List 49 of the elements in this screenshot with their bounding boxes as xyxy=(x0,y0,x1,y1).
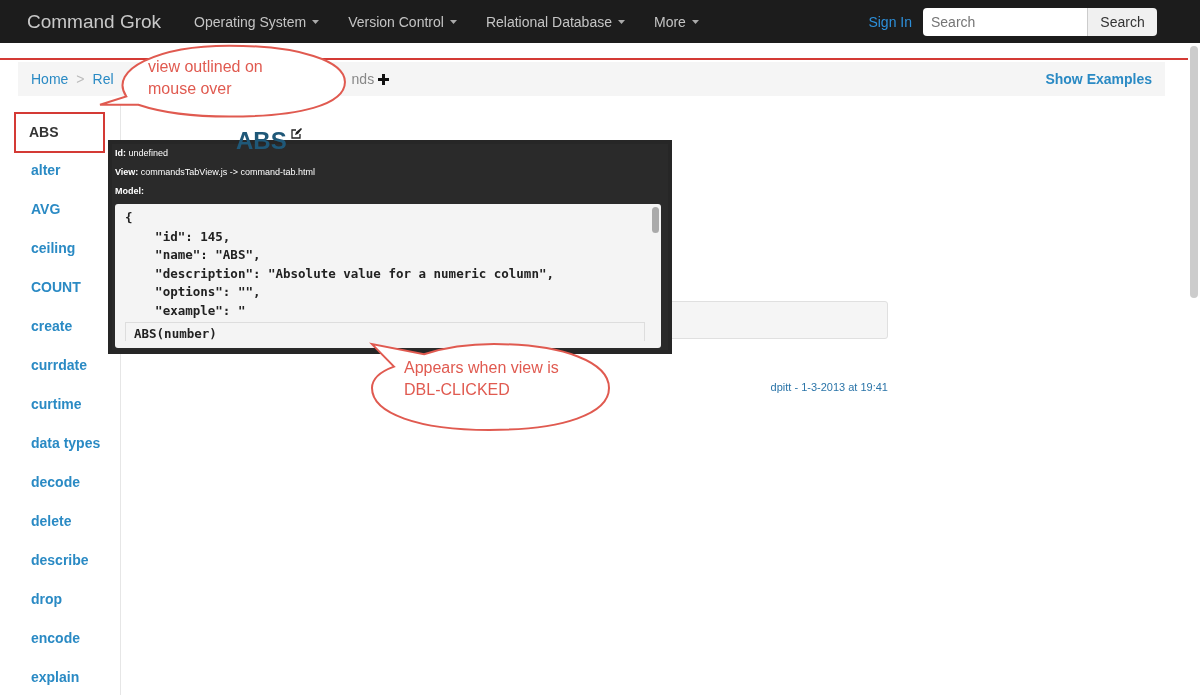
code-line: { xyxy=(125,209,133,227)
edit-icon[interactable] xyxy=(290,128,302,139)
search-button[interactable]: Search xyxy=(1087,7,1157,36)
sidebar-item[interactable]: drop xyxy=(15,588,79,611)
inspector-field: Model: xyxy=(112,182,144,201)
code-line: "example": " xyxy=(154,301,246,320)
breadcrumb-item[interactable]: Rel xyxy=(92,71,114,87)
sidebar-item[interactable]: ABS xyxy=(14,112,105,153)
nav-menu[interactable]: Version Control xyxy=(348,13,457,30)
sidebar-item[interactable]: create xyxy=(15,315,89,338)
code-line: "id": 145, xyxy=(154,227,231,246)
caret-icon xyxy=(691,19,699,24)
sidebar-item[interactable]: decode xyxy=(15,471,96,494)
callout-text: view outlined on mouse over xyxy=(148,57,264,99)
sidebar-item[interactable]: alter xyxy=(15,159,77,182)
sidebar-item[interactable]: AVG xyxy=(15,198,77,221)
code-line: "name": "ABS", xyxy=(154,246,261,264)
nav-menu[interactable]: More xyxy=(654,13,699,30)
search-field[interactable]: Search xyxy=(923,7,1087,36)
caret-icon xyxy=(312,19,320,24)
caret-icon xyxy=(449,19,457,24)
sidebar-item[interactable]: delete xyxy=(15,510,88,533)
sidebar-item[interactable]: describe xyxy=(15,549,105,572)
code-line: "description": "Absolute value for a numeric column", xyxy=(154,264,554,283)
sidebar-item[interactable]: encode xyxy=(15,627,96,650)
scrollbar[interactable] xyxy=(1190,46,1198,298)
inspector-field: Id: undefined xyxy=(112,144,169,163)
sidebar-item[interactable]: COUNT xyxy=(15,276,97,299)
sign-in-link[interactable]: Sign In xyxy=(868,13,912,30)
sidebar-item[interactable]: data types xyxy=(15,432,117,455)
author-timestamp: dpitt - 1-3-2013 at 19:41 xyxy=(770,381,888,393)
breadcrumb-item: nds xyxy=(351,71,375,87)
nav-menu[interactable]: Operating System xyxy=(194,13,320,30)
caret-icon xyxy=(618,19,625,24)
sidebar-item[interactable]: ceiling xyxy=(15,237,92,260)
show-examples-link[interactable]: Show Examples xyxy=(1045,71,1152,87)
inspector-field: View: commandsTabView.js -> command-tab.html xyxy=(112,163,315,182)
code-line: "options": "", xyxy=(154,283,261,301)
nav-menu[interactable]: Relational Database xyxy=(485,13,625,30)
sidebar-item[interactable]: currdate xyxy=(15,354,104,377)
plus-icon[interactable] xyxy=(378,73,390,85)
sidebar-item[interactable]: explain xyxy=(15,666,96,689)
brand-link[interactable]: Command Grok xyxy=(27,10,162,33)
callout-text: Appears when view is DBL-CLICKED xyxy=(404,358,560,400)
breadcrumb-separator: > xyxy=(76,71,85,87)
example-code-box: ABS(number) xyxy=(125,322,645,341)
breadcrumb-item[interactable]: Home xyxy=(31,71,69,87)
sidebar-item[interactable]: curtime xyxy=(15,393,98,416)
scrollbar-thumb[interactable] xyxy=(652,207,659,233)
